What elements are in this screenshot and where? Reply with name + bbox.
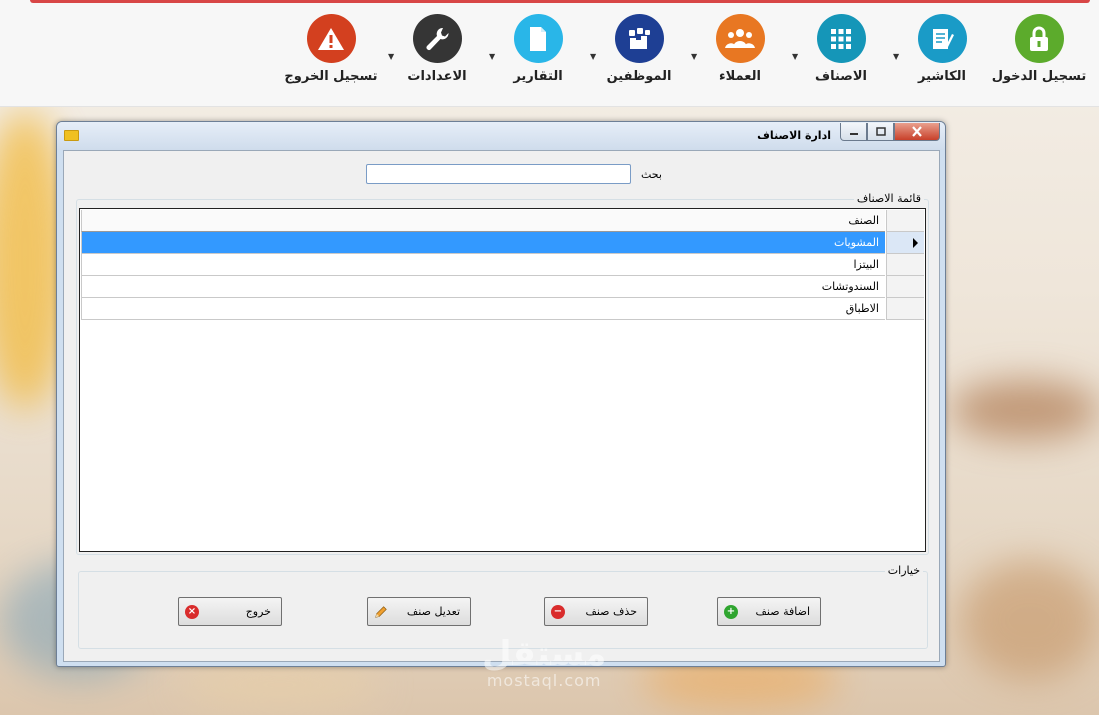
categories-window: ادارة الاصناف بحث قائمة الاصناف الصنف ال… xyxy=(56,121,946,667)
maximize-icon xyxy=(875,127,886,136)
exit-label: خروج xyxy=(245,605,271,618)
nav-cashier[interactable]: الكاشير xyxy=(892,14,992,94)
nav-settings[interactable]: الاعدادات xyxy=(387,14,487,94)
category-cell[interactable]: المشويات xyxy=(81,232,885,254)
cashier-document-icon xyxy=(917,14,967,63)
report-file-icon xyxy=(513,14,563,63)
options-group-title: خيارات xyxy=(884,564,923,577)
nav-customers[interactable]: العملاء xyxy=(690,14,790,94)
main-toolbar: تسجيل الدخول ▼ الكاشير ▼ الاصناف ▼ العمل… xyxy=(0,0,1099,107)
row-header[interactable] xyxy=(886,254,924,276)
grid-icon xyxy=(816,14,866,63)
category-cell[interactable]: البيتزا xyxy=(81,254,885,276)
search-label: بحث xyxy=(641,168,662,181)
search-input[interactable] xyxy=(366,164,631,184)
delete-category-label: حذف صنف xyxy=(585,605,637,618)
cancel-icon: × xyxy=(185,605,199,619)
delete-category-button[interactable]: − حذف صنف xyxy=(544,597,648,626)
add-category-label: اضافة صنف xyxy=(755,605,810,618)
table-row[interactable]: البيتزا xyxy=(81,254,924,276)
nav-login[interactable]: تسجيل الدخول xyxy=(989,14,1089,94)
close-icon xyxy=(912,126,922,137)
grid-header-row: الصنف xyxy=(81,210,924,232)
lock-icon xyxy=(1014,14,1064,63)
customers-group-icon xyxy=(715,14,765,63)
nav-login-label: تسجيل الدخول xyxy=(991,69,1087,84)
watermark-latin: mostaql.com xyxy=(486,671,602,690)
window-titlebar[interactable]: ادارة الاصناف xyxy=(57,122,945,150)
table-row[interactable]: المشويات xyxy=(81,232,924,254)
edit-category-label: تعديل صنف xyxy=(406,605,460,618)
accent-line xyxy=(30,0,1090,3)
pencil-icon xyxy=(374,605,388,619)
nav-logout-label: تسجيل الخروج xyxy=(284,69,378,84)
exit-button[interactable]: × خروج xyxy=(178,597,282,626)
categories-grid[interactable]: الصنف المشويات البيتزا السندوتشات الاطبا… xyxy=(79,208,926,552)
categories-group-title: قائمة الاصناف xyxy=(853,192,924,205)
edit-category-button[interactable]: تعديل صنف xyxy=(367,597,471,626)
nav-categories-label: الاصناف xyxy=(815,69,867,84)
grid-corner-header xyxy=(886,210,924,232)
column-header-category[interactable]: الصنف xyxy=(81,210,885,232)
window-client-area: بحث قائمة الاصناف الصنف المشويات البيتزا… xyxy=(63,150,940,662)
category-cell[interactable]: السندوتشات xyxy=(81,276,885,298)
nav-logout[interactable]: تسجيل الخروج xyxy=(281,14,381,94)
nav-employees[interactable]: الموظفين xyxy=(589,14,689,94)
close-button[interactable] xyxy=(894,123,940,141)
nav-employees-label: الموظفين xyxy=(606,69,672,84)
minimize-button[interactable] xyxy=(840,123,867,141)
row-header[interactable] xyxy=(886,232,924,254)
watermark: مستقل mostaql.com xyxy=(482,637,606,690)
nav-cashier-label: الكاشير xyxy=(918,69,966,84)
remove-icon: − xyxy=(551,605,565,619)
employees-icon xyxy=(614,14,664,63)
folder-icon xyxy=(64,130,79,141)
wrench-icon xyxy=(412,14,462,63)
add-icon: + xyxy=(724,605,738,619)
minimize-icon xyxy=(849,132,858,135)
watermark-arabic: مستقل xyxy=(482,634,607,674)
warning-icon xyxy=(306,14,356,63)
row-header[interactable] xyxy=(886,276,924,298)
nav-reports-label: التقارير xyxy=(513,69,563,84)
row-header[interactable] xyxy=(886,298,924,320)
maximize-button[interactable] xyxy=(867,123,894,141)
nav-categories[interactable]: الاصناف xyxy=(791,14,891,94)
window-title: ادارة الاصناف xyxy=(757,129,831,142)
nav-reports[interactable]: التقارير xyxy=(488,14,588,94)
add-category-button[interactable]: + اضافة صنف xyxy=(717,597,821,626)
table-row[interactable]: الاطباق xyxy=(81,298,924,320)
current-row-arrow-icon xyxy=(913,238,918,248)
nav-settings-label: الاعدادات xyxy=(407,69,467,84)
table-row[interactable]: السندوتشات xyxy=(81,276,924,298)
category-cell[interactable]: الاطباق xyxy=(81,298,885,320)
nav-customers-label: العملاء xyxy=(719,69,761,84)
